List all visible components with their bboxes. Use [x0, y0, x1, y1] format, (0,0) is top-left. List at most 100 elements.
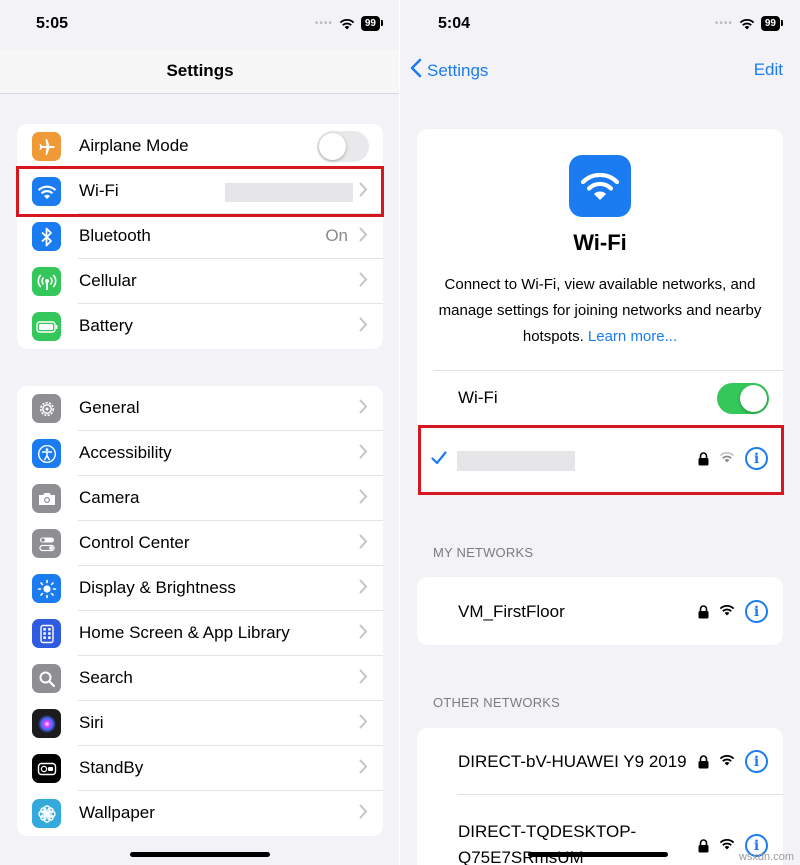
settings-row-home-screen[interactable]: Home Screen & App Library [17, 611, 383, 656]
wifi-toggle-label: Wi-Fi [458, 388, 498, 407]
lock-icon [698, 604, 709, 619]
wallpaper-icon [32, 799, 61, 828]
home-indicator[interactable] [528, 852, 668, 857]
gear-icon [32, 394, 61, 423]
wifi-description: Connect to Wi-Fi, view available network… [433, 272, 767, 350]
airplane-mode-toggle[interactable] [317, 131, 369, 162]
chevron-right-icon [359, 759, 368, 779]
bluetooth-icon [32, 222, 61, 251]
wifi-screen: 5:04 •••• 99 Settings Edit Wi-Fi Connect… [400, 0, 800, 865]
settings-row-airplane-mode[interactable]: Airplane Mode [17, 124, 383, 169]
lock-icon [698, 754, 709, 769]
camera-icon [32, 484, 61, 513]
other-networks-card: DIRECT-bV-HUAWEI Y9 2019 i DIRECT-TQDESK… [417, 728, 783, 865]
wifi-row-highlight [16, 166, 384, 217]
network-name: VM_FirstFloor [458, 602, 565, 621]
signal-dots-icon: •••• [714, 18, 733, 29]
status-bar: 5:04 •••• 99 [400, 0, 800, 50]
general-group: General Accessibility Camera Control Cen… [17, 386, 383, 836]
sun-icon [32, 574, 61, 603]
chevron-right-icon [359, 534, 368, 554]
other-networks-header: OTHER NETWORKS [433, 695, 561, 710]
chevron-right-icon [359, 624, 368, 644]
info-icon[interactable]: i [745, 750, 768, 773]
chevron-right-icon [359, 227, 368, 247]
row-label: General [79, 398, 140, 417]
chevron-right-icon [359, 489, 368, 509]
row-label: Home Screen & App Library [79, 623, 290, 642]
standby-icon [32, 754, 61, 783]
chevron-right-icon [359, 804, 368, 824]
lock-icon [698, 838, 709, 853]
search-icon [32, 664, 61, 693]
settings-row-battery[interactable]: Battery [17, 304, 383, 349]
airplane-icon [32, 132, 61, 161]
settings-row-bluetooth[interactable]: Bluetooth On [17, 214, 383, 259]
chevron-right-icon [359, 444, 368, 464]
network-name: DIRECT-TQDESKTOP- Q75E7SRmsUM [458, 822, 637, 865]
settings-row-camera[interactable]: Camera [17, 476, 383, 521]
wifi-signal-icon [719, 753, 735, 771]
settings-row-siri[interactable]: Siri [17, 701, 383, 746]
settings-row-general[interactable]: General [17, 386, 383, 431]
status-time: 5:04 [438, 15, 471, 32]
edit-button[interactable]: Edit [754, 60, 783, 80]
settings-row-wallpaper[interactable]: Wallpaper [17, 791, 383, 836]
wifi-toggle-row[interactable]: Wi-Fi [417, 370, 783, 426]
battery-indicator: 99 [360, 16, 384, 31]
settings-row-standby[interactable]: StandBy [17, 746, 383, 791]
status-wifi-icon [339, 18, 355, 30]
settings-row-search[interactable]: Search [17, 656, 383, 701]
wifi-toggle[interactable] [717, 383, 769, 414]
wifi-signal-icon [719, 837, 735, 855]
info-icon[interactable]: i [745, 600, 768, 623]
row-label: Wallpaper [79, 803, 155, 822]
home-screen-icon [32, 619, 61, 648]
wifi-title: Wi-Fi [573, 230, 627, 255]
back-label: Settings [427, 60, 489, 80]
my-networks-card: VM_FirstFloor i [417, 577, 783, 645]
settings-row-cellular[interactable]: Cellular [17, 259, 383, 304]
page-title: Settings [166, 61, 234, 80]
row-label: Display & Brightness [79, 578, 236, 597]
connectivity-group: Airplane Mode Wi-Fi Bluetooth On Cellula… [17, 124, 383, 349]
siri-icon [32, 709, 61, 738]
control-center-icon [32, 529, 61, 558]
row-label: Control Center [79, 533, 190, 552]
row-label: Airplane Mode [79, 136, 189, 155]
chevron-right-icon [359, 669, 368, 689]
wifi-signal-icon [719, 603, 735, 621]
network-row[interactable]: DIRECT-bV-HUAWEI Y9 2019 i [417, 728, 783, 794]
signal-dots-icon: •••• [314, 18, 333, 29]
row-label: Siri [79, 713, 104, 732]
connected-network-highlight [418, 425, 784, 495]
network-name: DIRECT-bV-HUAWEI Y9 2019 [458, 752, 687, 771]
row-label: Battery [79, 316, 133, 335]
watermark: wsxdn.com [738, 851, 794, 863]
battery-indicator: 99 [760, 16, 784, 31]
row-label: Bluetooth [79, 226, 151, 245]
settings-row-accessibility[interactable]: Accessibility [17, 431, 383, 476]
chevron-right-icon [359, 714, 368, 734]
cellular-icon [32, 267, 61, 296]
chevron-right-icon [359, 579, 368, 599]
nav-bar: Settings [0, 50, 400, 94]
row-label: Search [79, 668, 133, 687]
chevron-left-icon [410, 58, 422, 83]
settings-row-display-brightness[interactable]: Display & Brightness [17, 566, 383, 611]
chevron-right-icon [359, 317, 368, 337]
my-networks-header: MY NETWORKS [433, 545, 534, 560]
chevron-right-icon [359, 399, 368, 419]
home-indicator[interactable] [130, 852, 270, 857]
network-row[interactable]: VM_FirstFloor i [417, 577, 783, 645]
learn-more-link[interactable]: Learn more... [588, 328, 677, 345]
bluetooth-status: On [325, 226, 348, 245]
row-label: Cellular [79, 271, 137, 290]
back-button[interactable]: Settings [410, 58, 488, 83]
chevron-right-icon [359, 272, 368, 292]
settings-row-control-center[interactable]: Control Center [17, 521, 383, 566]
status-wifi-icon [739, 18, 755, 30]
wifi-hero-icon [569, 155, 631, 217]
settings-screen: 5:05 •••• 99 Settings Airplane Mode Wi-F… [0, 0, 400, 865]
row-label: Camera [79, 488, 140, 507]
